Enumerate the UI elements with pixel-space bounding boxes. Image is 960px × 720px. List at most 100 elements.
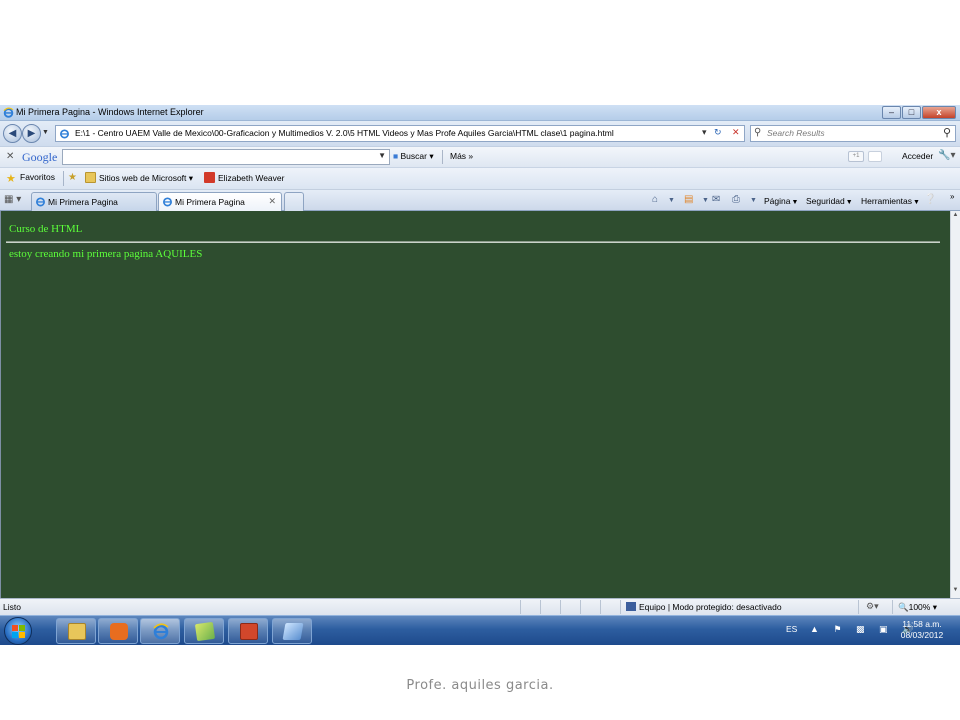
zoom-level: 100% — [908, 602, 931, 612]
page-ie-icon — [60, 129, 69, 139]
sign-in-button[interactable]: Acceder — [902, 151, 933, 161]
print-icon[interactable]: ⎙ — [732, 194, 740, 205]
window-title: Mi Primera Pagina - Windows Internet Exp… — [16, 107, 204, 117]
folder-icon — [68, 623, 86, 640]
windows-flag-icon — [12, 625, 25, 638]
slide-caption: Profe. aquiles garcia. — [406, 678, 554, 693]
taskbar-explorer-button[interactable] — [56, 618, 96, 644]
page-paragraph: estoy creando mi primera pagina AQUILES — [9, 248, 203, 260]
windows-taskbar: ES ▲ ⚑ ▩ ▣ 🔊 11:58 a.m. 08/03/2012 — [0, 615, 960, 645]
wrench-icon[interactable]: 🔧▾ — [938, 150, 955, 161]
page-heading: Curso de HTML — [9, 223, 83, 235]
refresh-icon[interactable]: ↻ — [714, 127, 722, 138]
zoom-control[interactable]: 🔍100% ▾ — [898, 602, 937, 613]
tools-menu[interactable]: Herramientas▼ — [861, 196, 920, 206]
google-search-input[interactable]: ▼ — [62, 149, 390, 165]
taskbar-ie-button[interactable] — [140, 618, 180, 644]
status-divider — [600, 600, 601, 614]
folder-icon — [85, 172, 96, 183]
language-indicator[interactable]: ES — [786, 624, 797, 634]
scroll-up-arrow-icon[interactable]: ▲ — [951, 212, 960, 222]
add-favorite-icon[interactable]: ★ — [68, 172, 77, 183]
computer-icon — [626, 602, 636, 611]
home-icon[interactable]: ⌂ — [652, 194, 658, 205]
share-button[interactable] — [868, 151, 882, 162]
google-g-icon: ■ — [393, 151, 399, 161]
safety-menu[interactable]: Seguridad▼ — [806, 196, 853, 206]
powerpoint-icon — [240, 623, 258, 640]
tab-label: Mi Primera Pagina — [48, 197, 118, 207]
more-button[interactable]: Más » — [450, 151, 473, 161]
address-dropdown-icon[interactable]: ▾ — [702, 127, 707, 138]
print-dropdown-icon[interactable]: ▼ — [750, 197, 757, 204]
favorites-button[interactable]: ★ Favoritos — [6, 172, 55, 185]
safety-menu-label: Seguridad — [806, 196, 845, 206]
quick-tabs-icon[interactable]: ▦ ▾ — [4, 194, 21, 205]
tools-menu-label: Herramientas — [861, 196, 913, 206]
new-tab-button[interactable] — [284, 192, 304, 211]
screenshot: Mi Primera Pagina - Windows Internet Exp… — [0, 105, 960, 645]
feeds-dropdown-icon[interactable]: ▼ — [702, 197, 709, 204]
ie-logo-icon — [3, 107, 14, 118]
favorites-divider — [63, 171, 64, 186]
status-bar: Listo Equipo | Modo protegido: desactiva… — [0, 598, 960, 615]
tab-ie-icon — [36, 197, 45, 207]
security-zone-label: Equipo | Modo protegido: desactivado — [639, 602, 782, 612]
clock-time: 11:58 a.m. — [902, 619, 942, 629]
star-icon: ★ — [6, 173, 16, 185]
plus-one-button[interactable]: +1 — [848, 151, 864, 162]
status-divider — [620, 600, 621, 614]
maximize-button[interactable]: □ — [902, 106, 921, 119]
clock[interactable]: 11:58 a.m. 08/03/2012 — [896, 619, 948, 641]
stop-icon[interactable]: ✕ — [732, 127, 740, 138]
status-divider — [520, 600, 521, 614]
addon-icon[interactable]: ⚙▾ — [866, 601, 879, 612]
taskbar-powerpoint-button[interactable] — [228, 618, 268, 644]
taskbar-photos-button[interactable] — [184, 618, 224, 644]
minimize-button[interactable]: – — [882, 106, 901, 119]
tab-mi-primera-pagina-1[interactable]: Mi Primera Pagina — [31, 192, 157, 211]
close-window-button[interactable]: x — [922, 106, 956, 119]
start-button[interactable] — [4, 617, 32, 645]
back-button[interactable]: ◀ — [3, 124, 22, 143]
home-dropdown-icon[interactable]: ▼ — [668, 197, 675, 204]
page-menu[interactable]: Página▼ — [764, 196, 798, 206]
search-placeholder[interactable]: Search Results — [767, 128, 825, 138]
scroll-down-arrow-icon[interactable]: ▼ — [951, 587, 960, 597]
page-viewport: Curso de HTML estoy creando mi primera p… — [0, 211, 950, 598]
close-tab-icon[interactable]: ✕ — [268, 196, 276, 207]
search-box[interactable]: ⚲ Search Results ⚲ — [750, 125, 956, 142]
ie-logo-icon — [153, 623, 169, 640]
url-text[interactable]: E:\1 - Centro UAEM Valle de Mexico\00-Gr… — [75, 128, 614, 138]
taskbar-media-player-button[interactable] — [98, 618, 138, 644]
google-search-dropdown-icon[interactable]: ▼ — [378, 151, 386, 160]
vertical-scrollbar[interactable]: ▲ ▼ — [950, 211, 960, 598]
help-icon[interactable]: ❔ — [924, 194, 936, 205]
status-divider — [580, 600, 581, 614]
security-zone[interactable]: Equipo | Modo protegido: desactivado — [626, 602, 782, 612]
tab-mi-primera-pagina-2[interactable]: Mi Primera Pagina ✕ — [158, 192, 282, 211]
toolbar-divider — [442, 150, 443, 164]
feeds-icon[interactable]: ▤ — [684, 194, 693, 205]
more-label: Más — [450, 151, 467, 161]
search-icon[interactable]: ⚲ — [943, 126, 951, 139]
address-field[interactable]: E:\1 - Centro UAEM Valle de Mexico\00-Gr… — [55, 125, 745, 142]
tab-ie-icon — [163, 197, 172, 207]
tab-bar: ▦ ▾ Mi Primera Pagina Mi Primera Pagina … — [0, 189, 960, 211]
favorite-link-elizabeth[interactable]: Elizabeth Weaver — [204, 172, 284, 183]
favorite-link-microsoft[interactable]: Sitios web de Microsoft ▾ — [85, 172, 193, 184]
taskbar-app-button[interactable] — [272, 618, 312, 644]
tab-label: Mi Primera Pagina — [175, 197, 245, 207]
status-divider — [892, 600, 893, 614]
history-dropdown-icon[interactable]: ▼ — [42, 129, 49, 136]
more-commands-icon[interactable]: » — [950, 192, 954, 201]
google-toolbar: ✕ Google ▼ ■ Buscar ▾ Más » +1 Acceder 🔧… — [0, 146, 960, 167]
status-divider — [858, 600, 859, 614]
google-logo: Google — [22, 150, 58, 164]
buscar-button[interactable]: ■ Buscar ▾ — [393, 151, 434, 162]
shop-icon — [204, 172, 215, 183]
forward-button[interactable]: ▶ — [22, 124, 41, 143]
close-toolbar-icon[interactable]: ✕ — [6, 151, 14, 162]
app-icon — [282, 623, 304, 640]
mail-icon[interactable]: ✉ — [712, 194, 720, 205]
